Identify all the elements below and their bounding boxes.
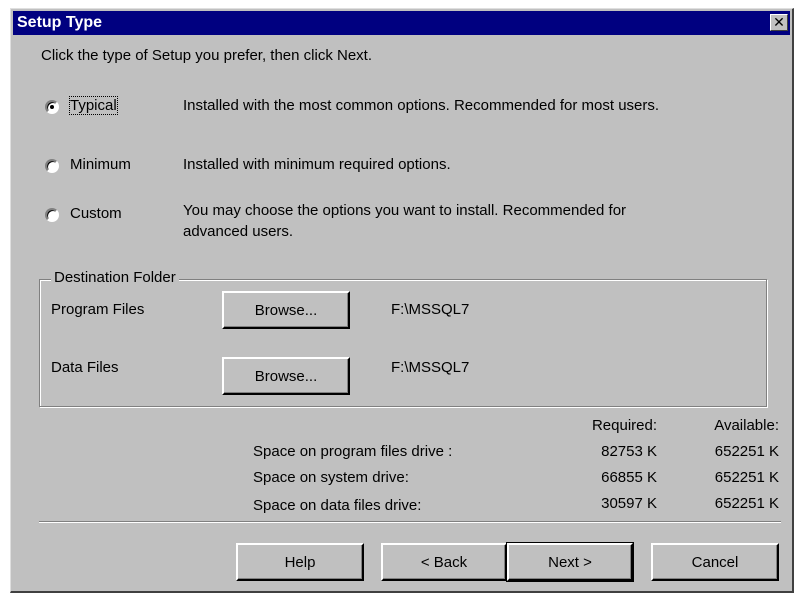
program-files-path: F:\MSSQL7 (391, 301, 470, 318)
separator-line (39, 521, 781, 523)
browse-program-files-button[interactable]: Browse... (222, 291, 350, 329)
typical-description: Installed with the most common options. … (183, 97, 660, 114)
cancel-button[interactable]: Cancel (651, 543, 779, 581)
space-row-available: 652251 K (714, 443, 779, 460)
close-icon[interactable]: ✕ (770, 14, 788, 31)
custom-description-line2: advanced users. (183, 223, 294, 240)
custom-description-line1: You may choose the options you want to i… (183, 202, 627, 219)
instruction-text: Click the type of Setup you prefer, then… (41, 47, 372, 64)
program-files-label: Program Files (51, 301, 145, 318)
setup-type-dialog: Setup Type ✕ Click the type of Setup you… (10, 8, 794, 593)
space-row-label: Space on system drive: (253, 469, 409, 486)
space-row-available: 652251 K (714, 495, 779, 512)
space-row-required: 66855 K (601, 469, 657, 486)
title-bar: Setup Type ✕ (13, 11, 790, 35)
minimum-label[interactable]: Minimum (70, 156, 131, 173)
space-row-label: Space on program files drive : (253, 443, 453, 460)
space-row-label: Space on data files drive: (253, 497, 422, 514)
available-header: Available: (714, 417, 779, 434)
data-files-path: F:\MSSQL7 (391, 359, 470, 376)
window-title: Setup Type (17, 14, 103, 31)
back-button[interactable]: < Back (381, 543, 507, 581)
radio-custom[interactable] (45, 208, 59, 222)
destination-folder-group (39, 279, 767, 407)
next-button[interactable]: Next > (506, 542, 634, 582)
minimum-description: Installed with minimum required options. (183, 156, 451, 173)
typical-label[interactable]: Typical (69, 96, 118, 115)
browse-data-files-button[interactable]: Browse... (222, 357, 350, 395)
required-header: Required: (591, 417, 657, 434)
destination-folder-legend: Destination Folder (51, 269, 179, 286)
radio-typical[interactable] (45, 100, 59, 114)
space-row-required: 82753 K (601, 443, 657, 460)
space-row-required: 30597 K (601, 495, 657, 512)
help-button[interactable]: Help (236, 543, 364, 581)
data-files-label: Data Files (51, 359, 119, 376)
radio-minimum[interactable] (45, 159, 59, 173)
custom-label[interactable]: Custom (70, 205, 122, 222)
space-row-available: 652251 K (714, 469, 779, 486)
radio-selected-dot (50, 105, 54, 109)
